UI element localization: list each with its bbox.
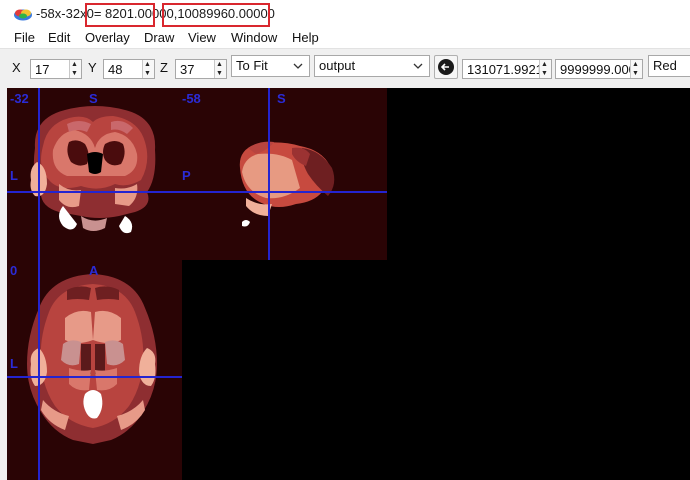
menu-draw[interactable]: Draw bbox=[144, 30, 174, 45]
menu-overlay[interactable]: Overlay bbox=[85, 30, 130, 45]
coronal-crosshair-vertical bbox=[38, 88, 40, 260]
coronal-orientation-side: L bbox=[10, 168, 18, 183]
max-intensity-value: 9999999.000 bbox=[560, 62, 632, 77]
y-label: Y bbox=[88, 60, 97, 75]
menu-edit[interactable]: Edit bbox=[48, 30, 70, 45]
coronal-slice[interactable] bbox=[7, 88, 182, 260]
sagittal-coordinate-label: -58 bbox=[182, 91, 201, 106]
menu-window[interactable]: Window bbox=[231, 30, 277, 45]
min-spin-arrows[interactable]: ▲ ▼ bbox=[539, 60, 551, 78]
z-value: 37 bbox=[180, 62, 195, 77]
y-spin-arrows[interactable]: ▲ ▼ bbox=[142, 60, 154, 78]
z-spin-arrows[interactable]: ▲ ▼ bbox=[214, 60, 226, 78]
menu-help[interactable]: Help bbox=[292, 30, 319, 45]
highlight-box-value-1 bbox=[85, 3, 155, 27]
colormap-select[interactable]: Red bbox=[648, 55, 690, 77]
layer-value: output bbox=[319, 58, 356, 73]
highlight-box-value-2 bbox=[162, 3, 270, 27]
coronal-coordinate-label: -32 bbox=[10, 91, 29, 106]
colormap-value: Red bbox=[653, 58, 677, 73]
axial-slice[interactable] bbox=[7, 260, 182, 480]
x-spinbox[interactable]: 17 ▲ ▼ bbox=[30, 59, 82, 79]
axial-crosshair-horizontal bbox=[7, 376, 182, 378]
x-spin-arrows[interactable]: ▲ ▼ bbox=[69, 60, 81, 78]
menu-view[interactable]: View bbox=[188, 30, 216, 45]
sagittal-orientation-side: P bbox=[182, 168, 191, 183]
layer-swap-button[interactable] bbox=[434, 55, 458, 79]
z-spinbox[interactable]: 37 ▲ ▼ bbox=[175, 59, 227, 79]
zoom-value: To Fit bbox=[236, 58, 268, 73]
sagittal-crosshair-vertical bbox=[268, 88, 270, 260]
menu-file[interactable]: File bbox=[14, 30, 35, 45]
min-intensity-spinbox[interactable]: 131071.9921 ▲ ▼ bbox=[462, 59, 552, 79]
coronal-crosshair-horizontal bbox=[7, 191, 182, 193]
chevron-down-icon bbox=[413, 63, 423, 69]
y-value: 48 bbox=[108, 62, 123, 77]
axial-crosshair-vertical bbox=[38, 260, 40, 480]
x-value: 17 bbox=[35, 62, 50, 77]
axial-orientation-side: L bbox=[10, 356, 18, 371]
arrow-left-circle-icon bbox=[438, 59, 454, 75]
z-label: Z bbox=[160, 60, 168, 75]
axial-coordinate-label: 0 bbox=[10, 263, 18, 278]
y-spinbox[interactable]: 48 ▲ ▼ bbox=[103, 59, 155, 79]
axial-orientation-top: A bbox=[89, 263, 99, 278]
app-icon bbox=[14, 9, 32, 21]
coronal-orientation-top: S bbox=[89, 91, 98, 106]
layer-select[interactable]: output bbox=[314, 55, 430, 77]
zoom-select[interactable]: To Fit bbox=[231, 55, 310, 77]
max-spin-arrows[interactable]: ▲ ▼ bbox=[630, 60, 642, 78]
min-intensity-value: 131071.9921 bbox=[467, 62, 541, 77]
max-intensity-spinbox[interactable]: 9999999.000 ▲ ▼ bbox=[555, 59, 643, 79]
x-label: X bbox=[12, 60, 21, 75]
sagittal-orientation-top: S bbox=[277, 91, 286, 106]
image-viewer[interactable]: -32 S L -58 S P 0 A L bbox=[7, 88, 690, 480]
sagittal-crosshair-horizontal bbox=[182, 191, 387, 193]
sagittal-slice[interactable] bbox=[182, 88, 387, 260]
viewer-left-border bbox=[0, 88, 7, 480]
chevron-down-icon bbox=[293, 63, 303, 69]
